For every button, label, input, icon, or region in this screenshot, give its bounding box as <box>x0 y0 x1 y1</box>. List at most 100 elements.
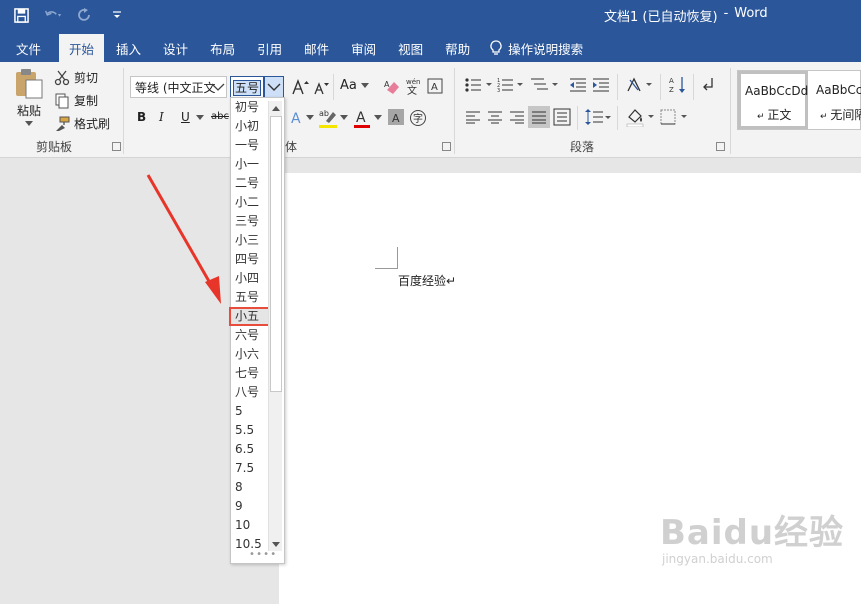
chevron-down-icon[interactable] <box>306 115 314 120</box>
font-size-option[interactable]: 六号 <box>231 326 267 345</box>
tab-references[interactable]: 引用 <box>247 34 292 62</box>
resize-grip-icon[interactable]: • • • • <box>249 549 276 560</box>
svg-text:A: A <box>669 77 674 85</box>
font-size-option[interactable]: 八号 <box>231 383 267 402</box>
character-shading-button[interactable]: A <box>388 109 404 125</box>
font-size-combobox[interactable]: 五号 <box>230 76 264 98</box>
tab-layout[interactable]: 布局 <box>200 34 245 62</box>
font-size-option[interactable]: 小一 <box>231 155 267 174</box>
font-size-option[interactable]: 小二 <box>231 193 267 212</box>
save-icon[interactable] <box>12 6 30 24</box>
font-size-option[interactable]: 四号 <box>231 250 267 269</box>
line-spacing-button[interactable] <box>584 108 612 126</box>
style-normal[interactable]: AaBbCcDd ↵ 正文 <box>738 71 808 129</box>
tab-design[interactable]: 设计 <box>153 34 198 62</box>
italic-button[interactable]: I <box>159 110 164 124</box>
font-size-option[interactable]: 小三 <box>231 231 267 250</box>
title-bar: 文档1 (已自动恢复) - Word <box>0 0 861 32</box>
sort-button[interactable]: AZ <box>669 75 687 95</box>
chevron-down-icon[interactable] <box>340 115 348 120</box>
style-no-spacing[interactable]: AaBbCc ↵ 无间隔 <box>810 71 861 129</box>
align-center-button[interactable] <box>487 110 503 124</box>
cut-label: 剪切 <box>74 71 99 85</box>
scroll-up-icon[interactable] <box>270 102 282 114</box>
tab-file[interactable]: 文件 <box>6 34 51 62</box>
font-size-option[interactable]: 七号 <box>231 364 267 383</box>
highlight-color-button[interactable]: ab <box>318 107 338 129</box>
text-effects-button[interactable]: A <box>290 110 304 126</box>
font-size-option[interactable]: 5.5 <box>231 421 267 440</box>
scrollbar-thumb[interactable] <box>270 116 282 392</box>
font-size-option[interactable]: 7.5 <box>231 459 267 478</box>
chevron-down-icon[interactable] <box>196 115 204 120</box>
font-size-option[interactable]: 小初 <box>231 117 267 136</box>
increase-indent-button[interactable] <box>592 77 610 93</box>
distributed-button[interactable] <box>553 108 571 126</box>
tell-me-search[interactable]: 操作说明搜索 <box>490 34 583 62</box>
style-normal-label: 正文 <box>767 108 792 122</box>
redo-icon[interactable] <box>76 6 94 24</box>
tab-home[interactable]: 开始 <box>59 34 105 62</box>
font-size-option[interactable]: 8 <box>231 478 267 497</box>
copy-button[interactable]: 复制 <box>54 92 98 109</box>
font-size-option[interactable]: 小六 <box>231 345 267 364</box>
font-name-chevron-icon[interactable] <box>211 80 225 94</box>
highlighter-icon: ab <box>319 109 337 128</box>
font-group-label: 体 <box>285 140 298 154</box>
font-size-option[interactable]: 小四 <box>231 269 267 288</box>
font-size-value: 五号 <box>233 80 262 96</box>
tab-view[interactable]: 视图 <box>388 34 433 62</box>
bold-button[interactable]: B <box>137 110 146 124</box>
font-size-option[interactable]: 三号 <box>231 212 267 231</box>
tab-help[interactable]: 帮助 <box>435 34 480 62</box>
font-size-option[interactable]: 5 <box>231 402 267 421</box>
strikethrough-button[interactable]: abc <box>211 111 229 122</box>
shading-button[interactable] <box>625 107 657 127</box>
font-size-option[interactable]: 初号 <box>231 98 267 117</box>
paragraph-launcher-icon[interactable] <box>716 142 725 151</box>
document-text[interactable]: 百度经验↵ <box>398 272 456 289</box>
font-size-option[interactable]: 二号 <box>231 174 267 193</box>
font-launcher-icon[interactable] <box>442 142 451 151</box>
chinese-layout-button[interactable] <box>626 76 656 94</box>
font-size-option[interactable]: 9 <box>231 497 267 516</box>
numbering-button[interactable]: 123 <box>497 76 529 94</box>
tab-mailings[interactable]: 邮件 <box>294 34 339 62</box>
font-size-option[interactable]: 一号 <box>231 136 267 155</box>
decrease-indent-button[interactable] <box>569 77 587 93</box>
borders-button[interactable] <box>660 109 690 125</box>
customize-qat-icon[interactable] <box>108 6 126 24</box>
character-border-button[interactable]: A <box>427 78 443 94</box>
font-size-option-highlighted[interactable]: 小五 <box>229 307 271 326</box>
underline-button[interactable]: U <box>181 110 190 124</box>
font-size-dropdown-button[interactable] <box>264 76 284 98</box>
font-size-option[interactable]: 10 <box>231 516 267 535</box>
show-formatting-marks-button[interactable] <box>702 77 716 93</box>
align-left-button[interactable] <box>465 110 481 124</box>
clear-formatting-button[interactable]: A <box>384 78 402 96</box>
font-size-option[interactable]: 6.5 <box>231 440 267 459</box>
chevron-down-icon[interactable] <box>374 115 382 120</box>
paste-button[interactable]: 粘贴 <box>14 68 44 126</box>
justify-button[interactable] <box>528 106 550 128</box>
font-color-button[interactable]: A <box>353 107 371 129</box>
grow-font-button[interactable] <box>291 79 309 95</box>
dropdown-scrollbar[interactable] <box>268 101 282 551</box>
align-right-button[interactable] <box>509 110 525 124</box>
format-painter-button[interactable]: 格式刷 <box>54 115 110 132</box>
justify-icon <box>532 111 546 124</box>
clipboard-launcher-icon[interactable] <box>112 142 121 151</box>
undo-icon[interactable] <box>44 6 62 24</box>
multilevel-list-button[interactable] <box>530 76 562 94</box>
tab-review[interactable]: 审阅 <box>341 34 386 62</box>
phonetic-guide-button[interactable]: wén 文 <box>404 76 424 96</box>
window-title: 文档1 (已自动恢复) - Word <box>604 6 768 25</box>
font-size-option[interactable]: 五号 <box>231 288 267 307</box>
change-case-button[interactable]: Aa <box>340 78 369 93</box>
font-name-value: 等线 (中文正文 <box>135 81 216 95</box>
shrink-font-button[interactable] <box>313 81 329 95</box>
enclose-characters-button[interactable]: 字 <box>409 109 427 127</box>
change-case-label: Aa <box>340 78 357 93</box>
cut-button[interactable]: 剪切 <box>54 69 98 86</box>
tab-insert[interactable]: 插入 <box>106 34 151 62</box>
